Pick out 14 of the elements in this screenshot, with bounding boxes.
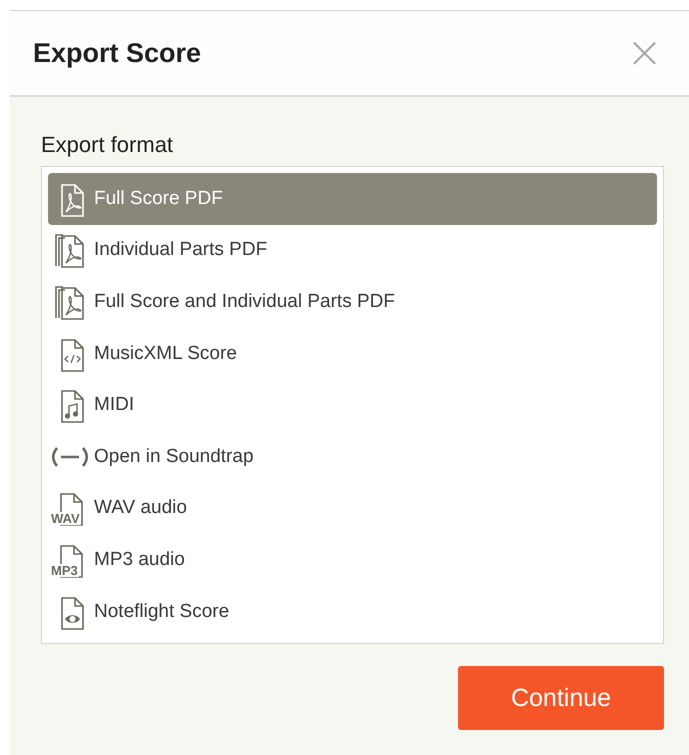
format-option[interactable]: WAV WAV audio [48, 482, 657, 534]
format-option[interactable]: MusicXML Score [48, 328, 657, 380]
format-option[interactable]: Open in Soundtrap [48, 430, 657, 483]
pdf-files-icon [53, 232, 87, 268]
dialog-title: Export Score [33, 38, 202, 68]
format-option[interactable]: Individual Parts PDF [48, 224, 657, 276]
pdf-files-icon [53, 284, 87, 320]
format-option[interactable]: MP3 MP3 audio [48, 534, 657, 586]
format-option[interactable]: Full Score and Individual Parts PDF [48, 276, 657, 328]
export-format-label: Export format [41, 132, 174, 158]
parentheses-icon [50, 444, 90, 469]
format-option[interactable]: Noteflight Score [48, 586, 657, 638]
format-option[interactable]: MIDI [48, 379, 657, 431]
format-option[interactable]: Full Score PDF [48, 173, 657, 225]
